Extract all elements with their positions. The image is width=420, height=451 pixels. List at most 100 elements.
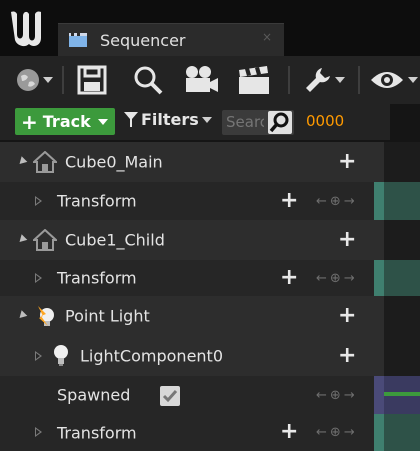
- tree-row-spawned[interactable]: Spawned ← ⊕ →: [0, 376, 384, 414]
- add-key-dot-icon[interactable]: ⊕: [330, 425, 341, 440]
- filter-bar: + Track Filters 0000: [0, 104, 390, 140]
- track-color-strip: [374, 376, 384, 414]
- previous-key-icon[interactable]: ←: [316, 271, 327, 286]
- add-track-icon[interactable]: +: [338, 151, 356, 173]
- add-key-dot-icon[interactable]: ⊕: [330, 271, 341, 286]
- tree-row-light-component[interactable]: LightComponent0 +: [0, 336, 384, 376]
- funnel-icon: [124, 111, 138, 127]
- tab-close-icon[interactable]: ×: [262, 30, 272, 44]
- timeline-section[interactable]: [384, 376, 420, 414]
- tree-row-label: Cube1_Child: [65, 230, 165, 250]
- search-icon: [134, 66, 163, 95]
- filters-button[interactable]: Filters: [124, 110, 212, 129]
- tree-row-point-light[interactable]: Point Light +: [0, 296, 384, 336]
- add-key-dot-icon[interactable]: ⊕: [330, 194, 341, 209]
- tree-row-label: Cube0_Main: [65, 152, 163, 172]
- toolbar-divider: [358, 66, 360, 94]
- sequencer-toolbar: [0, 56, 420, 104]
- previous-key-icon[interactable]: ←: [316, 388, 327, 403]
- tree-row-cube1-child[interactable]: Cube1_Child +: [0, 220, 384, 260]
- tree-row-cube0-main[interactable]: Cube0_Main +: [0, 142, 384, 182]
- plus-icon: +: [21, 109, 38, 134]
- add-track-icon[interactable]: +: [338, 305, 356, 327]
- expand-arrow-icon[interactable]: [16, 310, 28, 321]
- tree-row-label: Transform: [57, 268, 137, 288]
- timeline-section[interactable]: [384, 414, 420, 451]
- next-key-icon[interactable]: →: [344, 425, 355, 440]
- tree-row-label: Transform: [57, 423, 137, 442]
- add-key-icon[interactable]: +: [280, 421, 298, 443]
- collapsed-arrow-icon[interactable]: [35, 273, 42, 283]
- track-tree: Cube0_Main + Transform + ← ⊕ → Cube1_Chi…: [0, 140, 420, 451]
- tab-title: Sequencer: [100, 31, 186, 50]
- search-submit-button[interactable]: [268, 111, 292, 134]
- timeline-section[interactable]: [384, 260, 420, 296]
- world-settings-icon: [16, 69, 39, 91]
- add-key-dot-icon[interactable]: ⊕: [330, 388, 341, 403]
- current-frame: 0000: [306, 112, 345, 130]
- tree-row-label: Spawned: [57, 385, 131, 405]
- settings-button[interactable]: [298, 62, 350, 98]
- world-settings-button[interactable]: [12, 62, 56, 98]
- add-key-icon[interactable]: +: [280, 267, 298, 289]
- chevron-down-icon: [97, 118, 108, 125]
- previous-key-icon[interactable]: ←: [316, 425, 327, 440]
- actor-icon: [33, 151, 57, 173]
- chevron-down-icon: [201, 116, 212, 123]
- save-button[interactable]: [74, 62, 110, 98]
- tab-sequencer[interactable]: Sequencer ×: [58, 23, 284, 57]
- toolbar-divider: [288, 66, 290, 94]
- chevron-down-icon: [42, 77, 53, 83]
- track-color-strip: [374, 260, 384, 296]
- next-key-icon[interactable]: →: [344, 271, 355, 286]
- add-key-icon[interactable]: +: [280, 190, 298, 212]
- search-box[interactable]: [222, 110, 294, 135]
- sequencer-tab-icon: [69, 33, 87, 47]
- spawned-checkbox[interactable]: [160, 386, 180, 406]
- tree-row-label: Transform: [57, 191, 137, 211]
- timeline-section[interactable]: [384, 182, 420, 220]
- timeline-lane: [384, 142, 420, 182]
- unreal-logo-icon: [11, 11, 41, 47]
- next-key-icon[interactable]: →: [344, 388, 355, 403]
- timeline-lane: [384, 296, 420, 336]
- expand-arrow-icon[interactable]: [16, 234, 28, 245]
- add-track-icon[interactable]: +: [338, 229, 356, 251]
- point-light-icon: [38, 306, 54, 326]
- checkmark-icon: [162, 390, 178, 403]
- tree-row-transform[interactable]: Transform + ← ⊕ →: [0, 414, 384, 451]
- save-icon: [77, 65, 107, 95]
- track-label: Track: [42, 112, 91, 131]
- track-color-strip: [374, 182, 384, 220]
- camera-button[interactable]: [180, 62, 222, 98]
- eye-icon: [370, 72, 403, 88]
- previous-key-icon[interactable]: ←: [316, 194, 327, 209]
- actor-icon: [33, 229, 57, 251]
- key-navigation[interactable]: ← ⊕ →: [316, 194, 355, 209]
- search-input[interactable]: [226, 112, 264, 132]
- bulb-icon: [54, 345, 68, 366]
- expand-arrow-icon[interactable]: [16, 156, 28, 167]
- find-button[interactable]: [128, 62, 168, 98]
- toolbar-divider: [62, 66, 64, 94]
- add-track-button[interactable]: + Track: [15, 108, 115, 135]
- key-navigation[interactable]: ← ⊕ →: [316, 271, 355, 286]
- clapperboard-icon: [239, 66, 269, 94]
- timeline-lane: [384, 336, 420, 376]
- view-options-button[interactable]: [366, 62, 420, 98]
- tree-row-transform[interactable]: Transform + ← ⊕ →: [0, 260, 384, 296]
- key-navigation[interactable]: ← ⊕ →: [316, 388, 355, 403]
- collapsed-arrow-icon[interactable]: [35, 196, 42, 206]
- key-navigation[interactable]: ← ⊕ →: [316, 425, 355, 440]
- track-color-strip: [374, 414, 384, 451]
- render-movie-button[interactable]: [234, 62, 274, 98]
- collapsed-arrow-icon[interactable]: [35, 351, 42, 361]
- wrench-icon: [305, 68, 330, 92]
- add-track-icon[interactable]: +: [338, 345, 356, 367]
- next-key-icon[interactable]: →: [344, 194, 355, 209]
- spawn-range-bar: [384, 392, 420, 396]
- tree-row-transform[interactable]: Transform + ← ⊕ →: [0, 182, 384, 220]
- collapsed-arrow-icon[interactable]: [35, 427, 42, 437]
- camera-icon: [186, 66, 218, 92]
- filters-label: Filters: [141, 110, 199, 129]
